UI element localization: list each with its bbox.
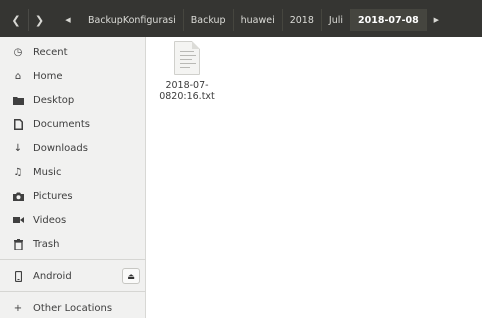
sidebar-item-documents[interactable]: Documents [0, 114, 146, 134]
breadcrumb-item-huawei[interactable]: huawei [232, 9, 282, 31]
sidebar-item-videos[interactable]: Videos [0, 210, 146, 230]
document-icon [10, 118, 26, 130]
chevron-left-icon: ❮ [11, 13, 21, 27]
breadcrumb-item-2018[interactable]: 2018 [281, 9, 321, 31]
sidebar-item-home[interactable]: ⌂ Home [0, 66, 146, 86]
triangle-left-icon: ◀ [65, 16, 71, 24]
file-name-line: 0820:16.txt [159, 91, 215, 102]
sidebar-item-label: Android [33, 270, 72, 282]
header-bar: ❮ ❯ ◀ BackupKonfigurasi Backup huawei 20… [0, 0, 482, 37]
sidebar-item-label: Videos [33, 214, 67, 226]
eject-icon: ⏏ [127, 271, 135, 281]
chevron-right-icon: ❯ [34, 13, 45, 27]
sidebar-item-other-locations[interactable]: + Other Locations [0, 298, 146, 318]
sidebar-item-downloads[interactable]: ↓ Downloads [0, 138, 146, 158]
sidebar-item-desktop[interactable]: Desktop [0, 90, 146, 110]
phone-icon [10, 270, 26, 282]
text-file-icon [174, 41, 200, 75]
sidebar-item-label: Trash [33, 238, 60, 250]
home-icon: ⌂ [14, 70, 22, 82]
download-icon: ↓ [13, 142, 23, 154]
sidebar-item-android[interactable]: Android ⏏ [0, 266, 146, 286]
sidebar-item-pictures[interactable]: Pictures [0, 186, 146, 206]
plus-icon: + [13, 302, 23, 314]
sidebar-item-label: Home [33, 70, 63, 82]
clock-icon: ◷ [13, 46, 23, 58]
breadcrumb: ◀ BackupKonfigurasi Backup huawei 2018 J… [58, 9, 474, 31]
sidebar-item-label: Recent [33, 46, 68, 58]
file-name-line: 2018-07- [165, 80, 209, 91]
file-view: 2018-07- 0820:16.txt [147, 37, 482, 318]
breadcrumb-item-2018-07-08[interactable]: 2018-07-08 [350, 9, 426, 31]
camera-icon [10, 192, 26, 201]
forward-button[interactable]: ❯ [28, 9, 50, 31]
sidebar-item-label: Music [33, 166, 62, 178]
file-item[interactable]: 2018-07- 0820:16.txt [151, 41, 223, 102]
file-name: 2018-07- 0820:16.txt [151, 80, 223, 102]
sidebar-separator [0, 291, 146, 292]
sidebar-item-label: Desktop [33, 94, 75, 106]
eject-button[interactable]: ⏏ [122, 268, 140, 284]
breadcrumb-item-backupkonfigurasi[interactable]: BackupKonfigurasi [78, 9, 183, 31]
triangle-right-icon: ▶ [433, 16, 439, 24]
trash-icon [10, 238, 26, 250]
breadcrumb-scroll-left-button[interactable]: ◀ [58, 9, 78, 31]
places-sidebar: ◷ Recent ⌂ Home Desktop Documents ↓ Down… [0, 37, 146, 318]
sidebar-item-recent[interactable]: ◷ Recent [0, 42, 146, 62]
music-icon: ♫ [13, 166, 23, 178]
sidebar-item-label: Other Locations [33, 302, 113, 314]
breadcrumb-scroll-right-button[interactable]: ▶ [425, 9, 446, 31]
sidebar-item-label: Documents [33, 118, 91, 130]
sidebar-item-label: Pictures [33, 190, 73, 202]
sidebar-item-trash[interactable]: Trash [0, 234, 146, 254]
sidebar-item-music[interactable]: ♫ Music [0, 162, 146, 182]
sidebar-item-label: Downloads [33, 142, 88, 154]
breadcrumb-item-backup[interactable]: Backup [182, 9, 233, 31]
video-icon [10, 216, 26, 224]
breadcrumb-item-juli[interactable]: Juli [320, 9, 350, 31]
sidebar-separator [0, 259, 146, 260]
back-button[interactable]: ❮ [5, 9, 27, 31]
folder-icon [10, 96, 26, 105]
